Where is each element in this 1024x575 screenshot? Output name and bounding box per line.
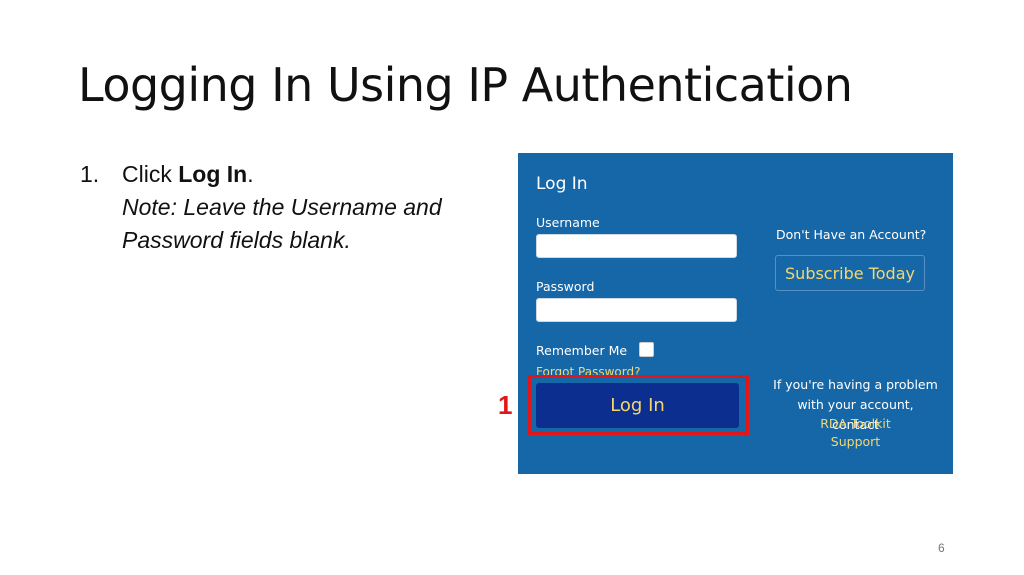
remember-me-checkbox[interactable]: [639, 342, 654, 357]
username-label: Username: [536, 215, 600, 230]
slide-title: Logging In Using IP Authentication: [78, 58, 853, 112]
no-account-text: Don't Have an Account?: [776, 227, 927, 242]
step-prefix: Click: [122, 161, 179, 187]
support-link[interactable]: RDA Toolkit Support: [773, 415, 938, 451]
password-field[interactable]: [536, 298, 737, 322]
page-number: 6: [938, 541, 945, 555]
note-line-1: Note: Leave the Username and: [122, 194, 442, 220]
step-bold: Log In: [178, 161, 248, 187]
subscribe-button[interactable]: Subscribe Today: [775, 255, 925, 291]
remember-me-label: Remember Me: [536, 343, 628, 358]
callout-number: 1: [498, 390, 513, 420]
password-label: Password: [536, 279, 595, 294]
step-number: 1.: [80, 161, 100, 187]
step-suffix: .: [247, 161, 254, 187]
step-text: Click Log In. Note: Leave the Username a…: [122, 158, 522, 257]
help-line-1: If you're having a problem: [773, 377, 938, 392]
username-field[interactable]: [536, 234, 737, 258]
note-line-2: Password fields blank.: [122, 227, 351, 253]
login-button-highlight: [528, 375, 749, 435]
forgot-password-link[interactable]: Forgot Password?: [536, 365, 640, 375]
support-link-line-1[interactable]: RDA Toolkit: [773, 415, 938, 433]
login-panel-title: Log In: [536, 174, 588, 194]
support-link-line-2[interactable]: Support: [773, 433, 938, 451]
